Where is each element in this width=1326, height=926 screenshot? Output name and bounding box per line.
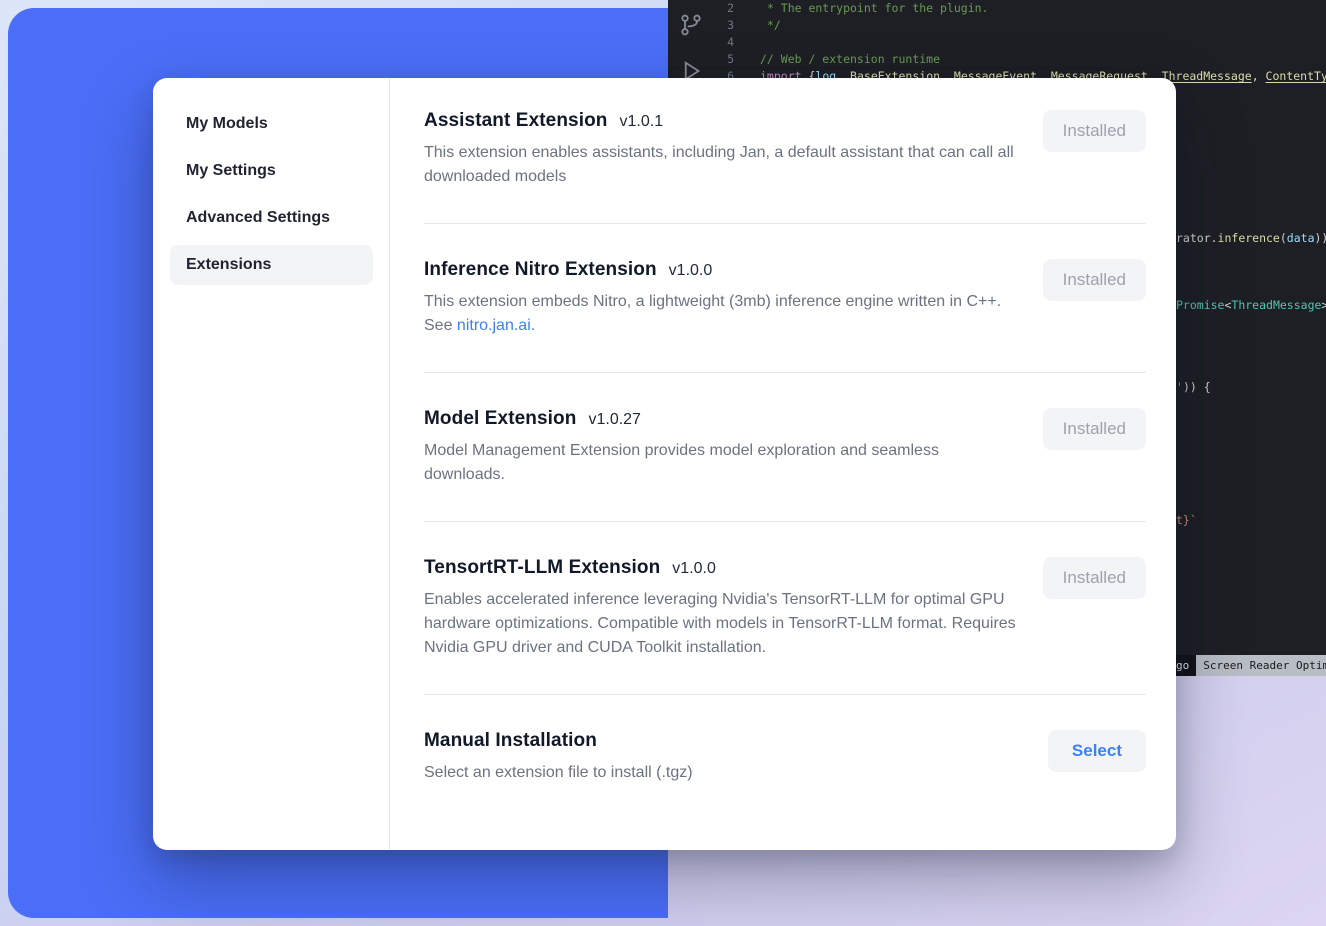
extension-name: Model Extension [424,408,576,430]
extension-description: Model Management Extension provides mode… [424,439,1016,487]
screen-reader-badge[interactable]: Screen Reader Optimized [1196,655,1326,676]
code-text: */ [760,17,781,34]
source-control-icon[interactable] [678,12,704,38]
extension-row-model: Model Extension v1.0.27 Model Management… [424,373,1146,522]
extension-row-tensorrt: TensortRT-LLM Extension v1.0.0 Enables a… [424,522,1146,695]
desktop-background: { "settings_card": { "sidebar": { "items… [0,0,1326,926]
line-number: 4 [714,34,734,51]
sidebar-item-my-models[interactable]: My Models [170,104,373,144]
extension-description: This extension enables assistants, inclu… [424,141,1016,189]
installed-button-nitro[interactable]: Installed [1043,259,1146,301]
extension-version: v1.0.0 [669,262,713,280]
code-fragment: t}` [1176,512,1197,529]
line-number: 2 [714,0,734,17]
line-number: 3 [714,17,734,34]
extension-name: Inference Nitro Extension [424,259,657,281]
extension-description: This extension embeds Nitro, a lightweig… [424,290,1016,338]
extension-version: v1.0.0 [672,560,716,578]
line-number: 5 [714,51,734,68]
extension-version: v1.0.27 [588,411,640,429]
extension-name: Assistant Extension [424,110,608,132]
installed-button-model[interactable]: Installed [1043,408,1146,450]
status-language-label: go [1176,657,1189,674]
sidebar-item-advanced-settings[interactable]: Advanced Settings [170,198,373,238]
settings-modal: My Models My Settings Advanced Settings … [153,78,1176,850]
code-line: 5 // Web / extension runtime [714,51,1326,68]
manual-install-description: Select an extension file to install (.tg… [424,761,1016,785]
code-line: 2 * The entrypoint for the plugin. [714,0,1326,17]
extension-row-assistant: Assistant Extension v1.0.1 This extensio… [424,106,1146,224]
code-fragment: rator.inference(data)); [1176,230,1326,247]
code-text: // Web / extension runtime [760,51,940,68]
code-fragment: Promise<ThreadMessage> [1176,297,1326,314]
manual-install-title: Manual Installation [424,730,597,752]
sidebar-item-my-settings[interactable]: My Settings [170,151,373,191]
extension-version: v1.0.1 [620,113,664,131]
code-fragment: ')) { [1176,379,1211,396]
installed-button-assistant[interactable]: Installed [1043,110,1146,152]
manual-installation-row: Manual Installation Select an extension … [424,695,1146,819]
sidebar-item-extensions[interactable]: Extensions [170,245,373,285]
extension-name: TensortRT-LLM Extension [424,557,660,579]
code-area[interactable]: 2 * The entrypoint for the plugin.3 */45… [714,0,1326,85]
settings-sidebar: My Models My Settings Advanced Settings … [153,78,390,850]
installed-button-tensorrt[interactable]: Installed [1043,557,1146,599]
select-file-button[interactable]: Select [1048,730,1146,772]
code-line: 3 */ [714,17,1326,34]
code-line: 4 [714,34,1326,51]
nitro-jan-ai-link[interactable]: nitro.jan.ai. [457,317,535,334]
extension-description: Enables accelerated inference leveraging… [424,588,1016,660]
extension-row-nitro: Inference Nitro Extension v1.0.0 This ex… [424,224,1146,373]
extensions-panel: Assistant Extension v1.0.1 This extensio… [390,78,1176,850]
code-text: * The entrypoint for the plugin. [760,0,988,17]
